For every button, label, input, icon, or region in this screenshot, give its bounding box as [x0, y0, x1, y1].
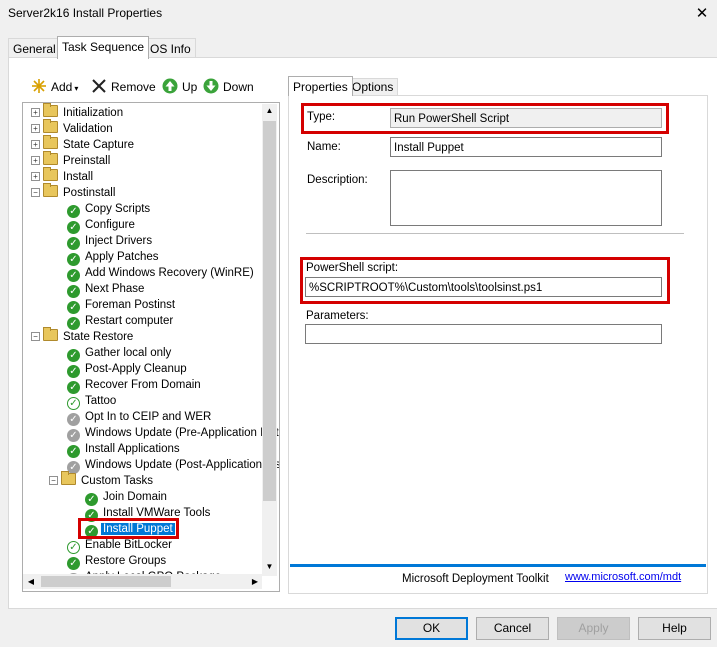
tree-item-recover-domain[interactable]: ✓ Recover From Domain [67, 377, 203, 394]
collapse-icon[interactable]: − [49, 476, 58, 485]
tree-item-restore-groups[interactable]: ✓ Restore Groups [67, 553, 168, 570]
tree-vertical-scroll-thumb[interactable] [263, 121, 276, 501]
add-label: Add [51, 80, 73, 94]
add-button[interactable]: Add ▾ [31, 76, 78, 98]
collapse-icon[interactable]: − [31, 188, 40, 197]
tab-general[interactable]: General [8, 38, 61, 59]
folder-open-icon [43, 183, 58, 197]
highlight-powershell-script [300, 257, 670, 304]
tree-item-copy-scripts[interactable]: ✓ Copy Scripts [67, 201, 152, 218]
description-textarea[interactable] [390, 170, 662, 226]
description-label: Description: [307, 174, 368, 186]
up-button[interactable]: Up [162, 76, 197, 98]
tree-item-wu-pre[interactable]: ✓ Windows Update (Pre-Application Inst [67, 425, 279, 442]
tree-item-enable-bitlocker[interactable]: ✓ Enable BitLocker [67, 537, 174, 554]
tree-item-state-restore[interactable]: − State Restore [31, 327, 135, 345]
remove-button[interactable]: Remove [91, 76, 156, 98]
tree-item-join-domain[interactable]: ✓ Join Domain [85, 489, 169, 506]
collapse-icon[interactable]: − [31, 332, 40, 341]
remove-label: Remove [111, 80, 156, 94]
name-input[interactable]: Install Puppet [390, 137, 662, 157]
arrow-down-icon [203, 78, 219, 94]
apply-button[interactable]: Apply [557, 617, 630, 640]
tree-item-apply-patches[interactable]: ✓ Apply Patches [67, 249, 161, 266]
down-label: Down [223, 80, 254, 94]
tree-horizontal-scroll-thumb[interactable] [41, 576, 171, 587]
tree-item-foreman-postinst[interactable]: ✓ Foreman Postinst [67, 297, 177, 314]
folder-icon [43, 151, 58, 165]
tree-item-next-phase[interactable]: ✓ Next Phase [67, 281, 146, 298]
divider [306, 233, 684, 234]
sparkle-icon [32, 79, 46, 93]
tab-properties[interactable]: Properties [288, 76, 353, 96]
folder-open-icon [61, 471, 76, 485]
tree-item-inject-drivers[interactable]: ✓ Inject Drivers [67, 233, 154, 250]
brand-bar [290, 564, 706, 567]
tree-item-restart-computer[interactable]: ✓ Restart computer [67, 313, 175, 330]
tree-item-tattoo[interactable]: ✓ Tattoo [67, 393, 118, 410]
folder-open-icon [43, 327, 58, 341]
down-button[interactable]: Down [203, 76, 254, 98]
folder-icon [43, 103, 58, 117]
mdt-link[interactable]: www.microsoft.com/mdt [565, 571, 681, 583]
chevron-down-icon: ▾ [74, 84, 79, 93]
parameters-input[interactable] [305, 324, 662, 344]
tree-item-post-apply-cleanup[interactable]: ✓ Post-Apply Cleanup [67, 361, 189, 378]
folder-icon [43, 167, 58, 181]
folder-icon [43, 119, 58, 133]
help-button[interactable]: Help [638, 617, 711, 640]
expand-icon[interactable]: + [31, 108, 40, 117]
close-x-icon [92, 79, 106, 93]
tree-item-add-winre[interactable]: ✓ Add Windows Recovery (WinRE) [67, 265, 256, 282]
tree-item-gather-local[interactable]: ✓ Gather local only [67, 345, 173, 362]
expand-icon[interactable]: + [31, 124, 40, 133]
tab-task-sequence[interactable]: Task Sequence [57, 36, 150, 59]
tab-os-info[interactable]: OS Info [145, 38, 196, 59]
close-icon[interactable]: ✕ [694, 4, 710, 22]
name-label: Name: [307, 141, 341, 153]
brand-text: Microsoft Deployment Toolkit [402, 573, 549, 585]
tab-options[interactable]: Options [347, 78, 399, 96]
scroll-left-icon[interactable]: ◀ [24, 575, 38, 588]
scroll-right-icon[interactable]: ▶ [248, 575, 262, 588]
up-label: Up [182, 80, 198, 94]
tree-item-configure[interactable]: ✓ Configure [67, 217, 137, 234]
tree-item-postinstall[interactable]: − Postinstall [31, 183, 117, 201]
highlight-type [301, 103, 669, 134]
arrow-up-icon [162, 78, 178, 94]
parameters-label: Parameters: [306, 310, 369, 322]
expand-icon[interactable]: + [31, 156, 40, 165]
window-title: Server2k16 Install Properties [8, 6, 163, 20]
tree-item-wu-post[interactable]: ✓ Windows Update (Post-Application Ins [67, 457, 279, 474]
tree-item-custom-tasks[interactable]: − Custom Tasks [49, 471, 155, 489]
scroll-down-icon[interactable]: ▼ [262, 560, 277, 574]
scroll-up-icon[interactable]: ▲ [262, 104, 277, 118]
expand-icon[interactable]: + [31, 172, 40, 181]
tree-item-install-apps[interactable]: ✓ Install Applications [67, 441, 182, 458]
highlight-install-puppet [78, 518, 179, 539]
folder-icon [43, 135, 58, 149]
tree-item-opt-in-ceip[interactable]: ✓ Opt In to CEIP and WER [67, 409, 213, 426]
ok-button[interactable]: OK [395, 617, 468, 640]
expand-icon[interactable]: + [31, 140, 40, 149]
cancel-button[interactable]: Cancel [476, 617, 549, 640]
tree-item-install[interactable]: + Install [31, 167, 95, 185]
